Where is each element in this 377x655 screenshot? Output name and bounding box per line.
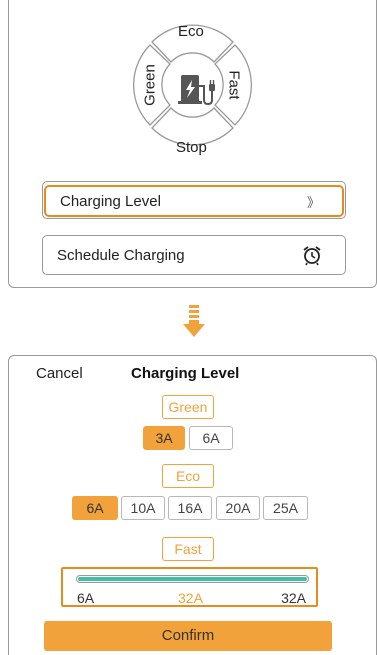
confirm-button[interactable]: Confirm [44,621,332,651]
slider-max-label: 32A [281,590,306,606]
fast-current-slider[interactable]: 6A 32A 32A [61,567,318,607]
eco-option-16a[interactable]: 16A [168,496,212,520]
cancel-button[interactable]: Cancel [36,365,83,382]
dialog-title: Charging Level [131,365,240,382]
eco-option-25a[interactable]: 25A [263,496,308,520]
chevron-right-icon: 》 [306,194,320,210]
dial-label-green: Green [141,64,159,106]
slider-current-value: 32A [178,590,203,606]
ev-charger-icon [178,75,215,106]
eco-option-6a[interactable]: 6A [72,496,118,520]
dial-label-eco: Eco [178,23,204,40]
eco-option-10a[interactable]: 10A [121,496,165,520]
eco-option-20a[interactable]: 20A [216,496,260,520]
green-mode-label: Green [162,395,214,419]
green-option-3a[interactable]: 3A [143,426,185,450]
fast-mode-label: Fast [162,537,214,561]
eco-mode-label: Eco [162,464,214,488]
charging-level-row[interactable]: Charging Level 》 [44,185,344,217]
slider-min-label: 6A [77,590,95,606]
schedule-charging-label: Schedule Charging [57,246,185,264]
alarm-clock-icon [303,246,321,266]
schedule-charging-row[interactable]: Schedule Charging [42,235,346,275]
dial-label-fast: Fast [225,70,243,100]
down-arrow-icon [183,305,205,337]
slider-track[interactable] [76,575,309,583]
green-option-6a[interactable]: 6A [189,426,233,450]
charging-level-label: Charging Level [60,192,161,210]
slider-fill [78,577,307,581]
dial-label-stop: Stop [176,139,207,156]
